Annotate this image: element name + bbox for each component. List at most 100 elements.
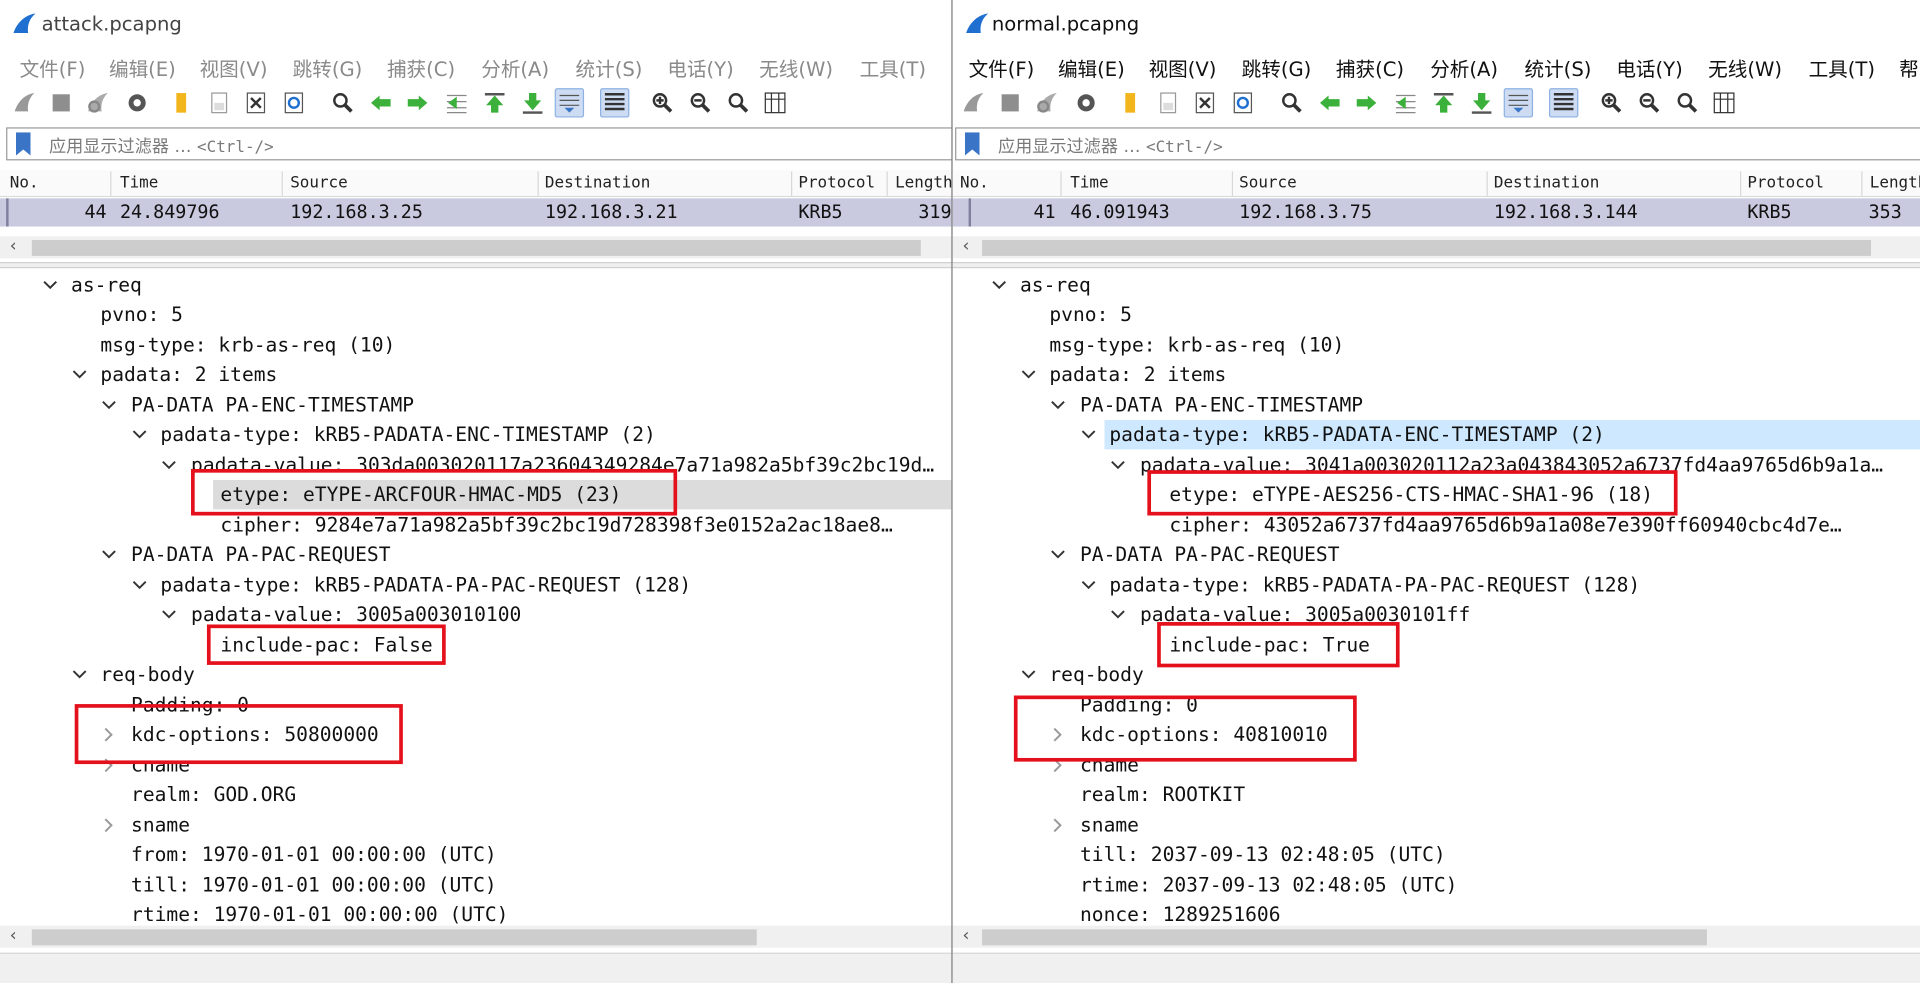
tree-as-req[interactable]: as-req bbox=[71, 271, 142, 300]
menu-telephony[interactable]: 电话(Y) bbox=[1616, 53, 1682, 82]
tree-padata-type-enc[interactable]: padata-type: kRB5-PADATA-ENC-TIMESTAMP (… bbox=[1104, 420, 1920, 450]
chevron-down-icon[interactable] bbox=[1049, 391, 1066, 420]
column-header-destination[interactable]: Destination bbox=[545, 174, 650, 192]
menu-statistics[interactable]: 统计(S) bbox=[1524, 53, 1591, 82]
menu-view[interactable]: 视图(V) bbox=[1149, 53, 1217, 82]
display-filter-input[interactable]: 应用显示过滤器 … <Ctrl-/> bbox=[49, 133, 274, 157]
go-to-packet-icon[interactable] bbox=[442, 88, 471, 117]
menu-go[interactable]: 跳转(G) bbox=[293, 53, 363, 82]
go-last-packet-icon[interactable] bbox=[1467, 88, 1496, 117]
chevron-down-icon[interactable] bbox=[131, 420, 148, 449]
tree-padata[interactable]: padata: 2 items bbox=[100, 360, 277, 389]
chevron-down-icon[interactable] bbox=[1049, 540, 1066, 569]
chevron-down-icon[interactable] bbox=[100, 391, 117, 420]
tree-req-body[interactable]: req-body bbox=[1049, 660, 1143, 689]
colorize-list-icon[interactable] bbox=[600, 88, 630, 118]
close-file-icon[interactable] bbox=[241, 88, 270, 117]
go-to-packet-icon[interactable] bbox=[1391, 88, 1420, 117]
go-back-arrow-icon[interactable] bbox=[366, 88, 395, 117]
go-forward-arrow-icon[interactable] bbox=[403, 88, 432, 117]
scroll-left-icon[interactable]: ‹ bbox=[962, 926, 969, 946]
menu-statistics[interactable]: 统计(S) bbox=[576, 53, 643, 82]
menu-analyze[interactable]: 分析(A) bbox=[481, 53, 549, 82]
selected-packet-row[interactable]: 41 46.091943 192.168.3.75 192.168.3.144 … bbox=[952, 198, 1920, 227]
stop-capture-icon[interactable] bbox=[996, 88, 1025, 117]
stop-capture-icon[interactable] bbox=[47, 88, 76, 117]
tree-padata-type-pac[interactable]: padata-type: kRB5-PADATA-PA-PAC-REQUEST … bbox=[1109, 571, 1640, 600]
packet-list-hscroll[interactable]: ‹ bbox=[0, 236, 952, 259]
go-forward-arrow-icon[interactable] bbox=[1352, 88, 1381, 117]
restart-capture-icon[interactable] bbox=[1032, 88, 1061, 117]
scroll-thumb[interactable] bbox=[31, 240, 921, 256]
column-header-source[interactable]: Source bbox=[290, 174, 348, 192]
chevron-down-icon[interactable] bbox=[42, 271, 59, 300]
packet-list-hscroll[interactable]: ‹ bbox=[952, 236, 1920, 259]
menu-help[interactable]: 帮 bbox=[1899, 53, 1919, 82]
normal-size-icon[interactable] bbox=[724, 88, 753, 117]
colorize-list-icon[interactable] bbox=[1548, 88, 1579, 118]
zoom-out-icon[interactable] bbox=[686, 88, 715, 117]
selected-packet-row[interactable]: 44 24.849796 192.168.3.25 192.168.3.21 K… bbox=[0, 198, 952, 227]
column-header-time[interactable]: Time bbox=[1070, 174, 1108, 192]
scroll-thumb[interactable] bbox=[982, 929, 1707, 946]
close-file-icon[interactable] bbox=[1190, 88, 1219, 117]
tree-padata-type-pac[interactable]: padata-type: kRB5-PADATA-PA-PAC-REQUEST … bbox=[160, 571, 691, 600]
open-file-icon[interactable] bbox=[167, 88, 196, 117]
menu-analyze[interactable]: 分析(A) bbox=[1430, 53, 1498, 82]
menu-view[interactable]: 视图(V) bbox=[200, 53, 268, 82]
tree-as-req[interactable]: as-req bbox=[1020, 271, 1091, 300]
menu-tools[interactable]: 工具(T) bbox=[860, 53, 926, 82]
chevron-down-icon[interactable] bbox=[1080, 420, 1097, 449]
display-filter-input[interactable]: 应用显示过滤器 … <Ctrl-/> bbox=[998, 133, 1223, 157]
column-header-source[interactable]: Source bbox=[1239, 174, 1297, 192]
chevron-right-icon[interactable] bbox=[100, 811, 117, 840]
chevron-down-icon[interactable] bbox=[131, 571, 148, 600]
tree-req-body[interactable]: req-body bbox=[100, 660, 194, 689]
display-filter-bar[interactable]: 应用显示过滤器 … <Ctrl-/> bbox=[955, 127, 1920, 161]
scroll-thumb[interactable] bbox=[982, 240, 1872, 256]
go-first-packet-icon[interactable] bbox=[1429, 88, 1458, 117]
tree-pa-data-enc-timestamp[interactable]: PA-DATA PA-ENC-TIMESTAMP bbox=[1080, 391, 1363, 420]
normal-size-icon[interactable] bbox=[1673, 88, 1702, 117]
zoom-in-icon[interactable] bbox=[1597, 88, 1626, 117]
tree-pvno[interactable]: pvno: 5 bbox=[100, 300, 183, 329]
tree-pvno[interactable]: pvno: 5 bbox=[1049, 300, 1132, 329]
zoom-out-icon[interactable] bbox=[1635, 88, 1664, 117]
tree-pa-data-enc-timestamp[interactable]: PA-DATA PA-ENC-TIMESTAMP bbox=[131, 391, 414, 420]
tree-from[interactable]: from: 1970-01-01 00:00:00 (UTC) bbox=[131, 840, 497, 869]
start-capture-fin-icon[interactable] bbox=[959, 88, 988, 117]
scroll-left-icon[interactable]: ‹ bbox=[10, 236, 17, 256]
menu-edit[interactable]: 编辑(E) bbox=[1058, 53, 1125, 82]
menu-go[interactable]: 跳转(G) bbox=[1242, 53, 1312, 82]
chevron-down-icon[interactable] bbox=[100, 540, 117, 569]
tree-msg-type[interactable]: msg-type: krb-as-req (10) bbox=[100, 331, 395, 360]
capture-options-gear-icon[interactable] bbox=[1071, 88, 1100, 117]
tree-pa-data-pac-request[interactable]: PA-DATA PA-PAC-REQUEST bbox=[1080, 540, 1339, 569]
tree-nonce[interactable]: nonce: 1289251606 bbox=[1080, 900, 1281, 925]
chevron-down-icon[interactable] bbox=[71, 360, 88, 389]
menu-file[interactable]: 文件(F) bbox=[969, 53, 1035, 82]
column-header-no[interactable]: No. bbox=[960, 174, 989, 192]
menu-tools[interactable]: 工具(T) bbox=[1809, 53, 1875, 82]
chevron-down-icon[interactable] bbox=[1020, 660, 1037, 689]
pane-splitter[interactable] bbox=[0, 262, 952, 269]
display-filter-bar[interactable]: 应用显示过滤器 … <Ctrl-/> bbox=[6, 127, 952, 161]
save-file-icon[interactable] bbox=[204, 88, 233, 117]
chevron-down-icon[interactable] bbox=[160, 451, 177, 480]
go-first-packet-icon[interactable] bbox=[480, 88, 509, 117]
menu-telephony[interactable]: 电话(Y) bbox=[667, 53, 733, 82]
capture-options-gear-icon[interactable] bbox=[122, 88, 151, 117]
chevron-down-icon[interactable] bbox=[1109, 451, 1126, 480]
tree-realm[interactable]: realm: ROOTKIT bbox=[1080, 780, 1245, 809]
chevron-down-icon[interactable] bbox=[160, 600, 177, 629]
chevron-down-icon[interactable] bbox=[1080, 571, 1097, 600]
menu-capture[interactable]: 捕获(C) bbox=[387, 53, 455, 82]
go-back-arrow-icon[interactable] bbox=[1315, 88, 1344, 117]
chevron-down-icon[interactable] bbox=[991, 271, 1008, 300]
tree-till[interactable]: till: 2037-09-13 02:48:05 (UTC) bbox=[1080, 840, 1446, 869]
tree-sname[interactable]: sname bbox=[131, 811, 190, 840]
column-header-protocol[interactable]: Protocol bbox=[1747, 174, 1824, 192]
column-header-no[interactable]: No. bbox=[10, 174, 39, 192]
column-header-length[interactable]: Length bbox=[895, 174, 951, 192]
reload-file-icon[interactable] bbox=[1228, 88, 1257, 117]
